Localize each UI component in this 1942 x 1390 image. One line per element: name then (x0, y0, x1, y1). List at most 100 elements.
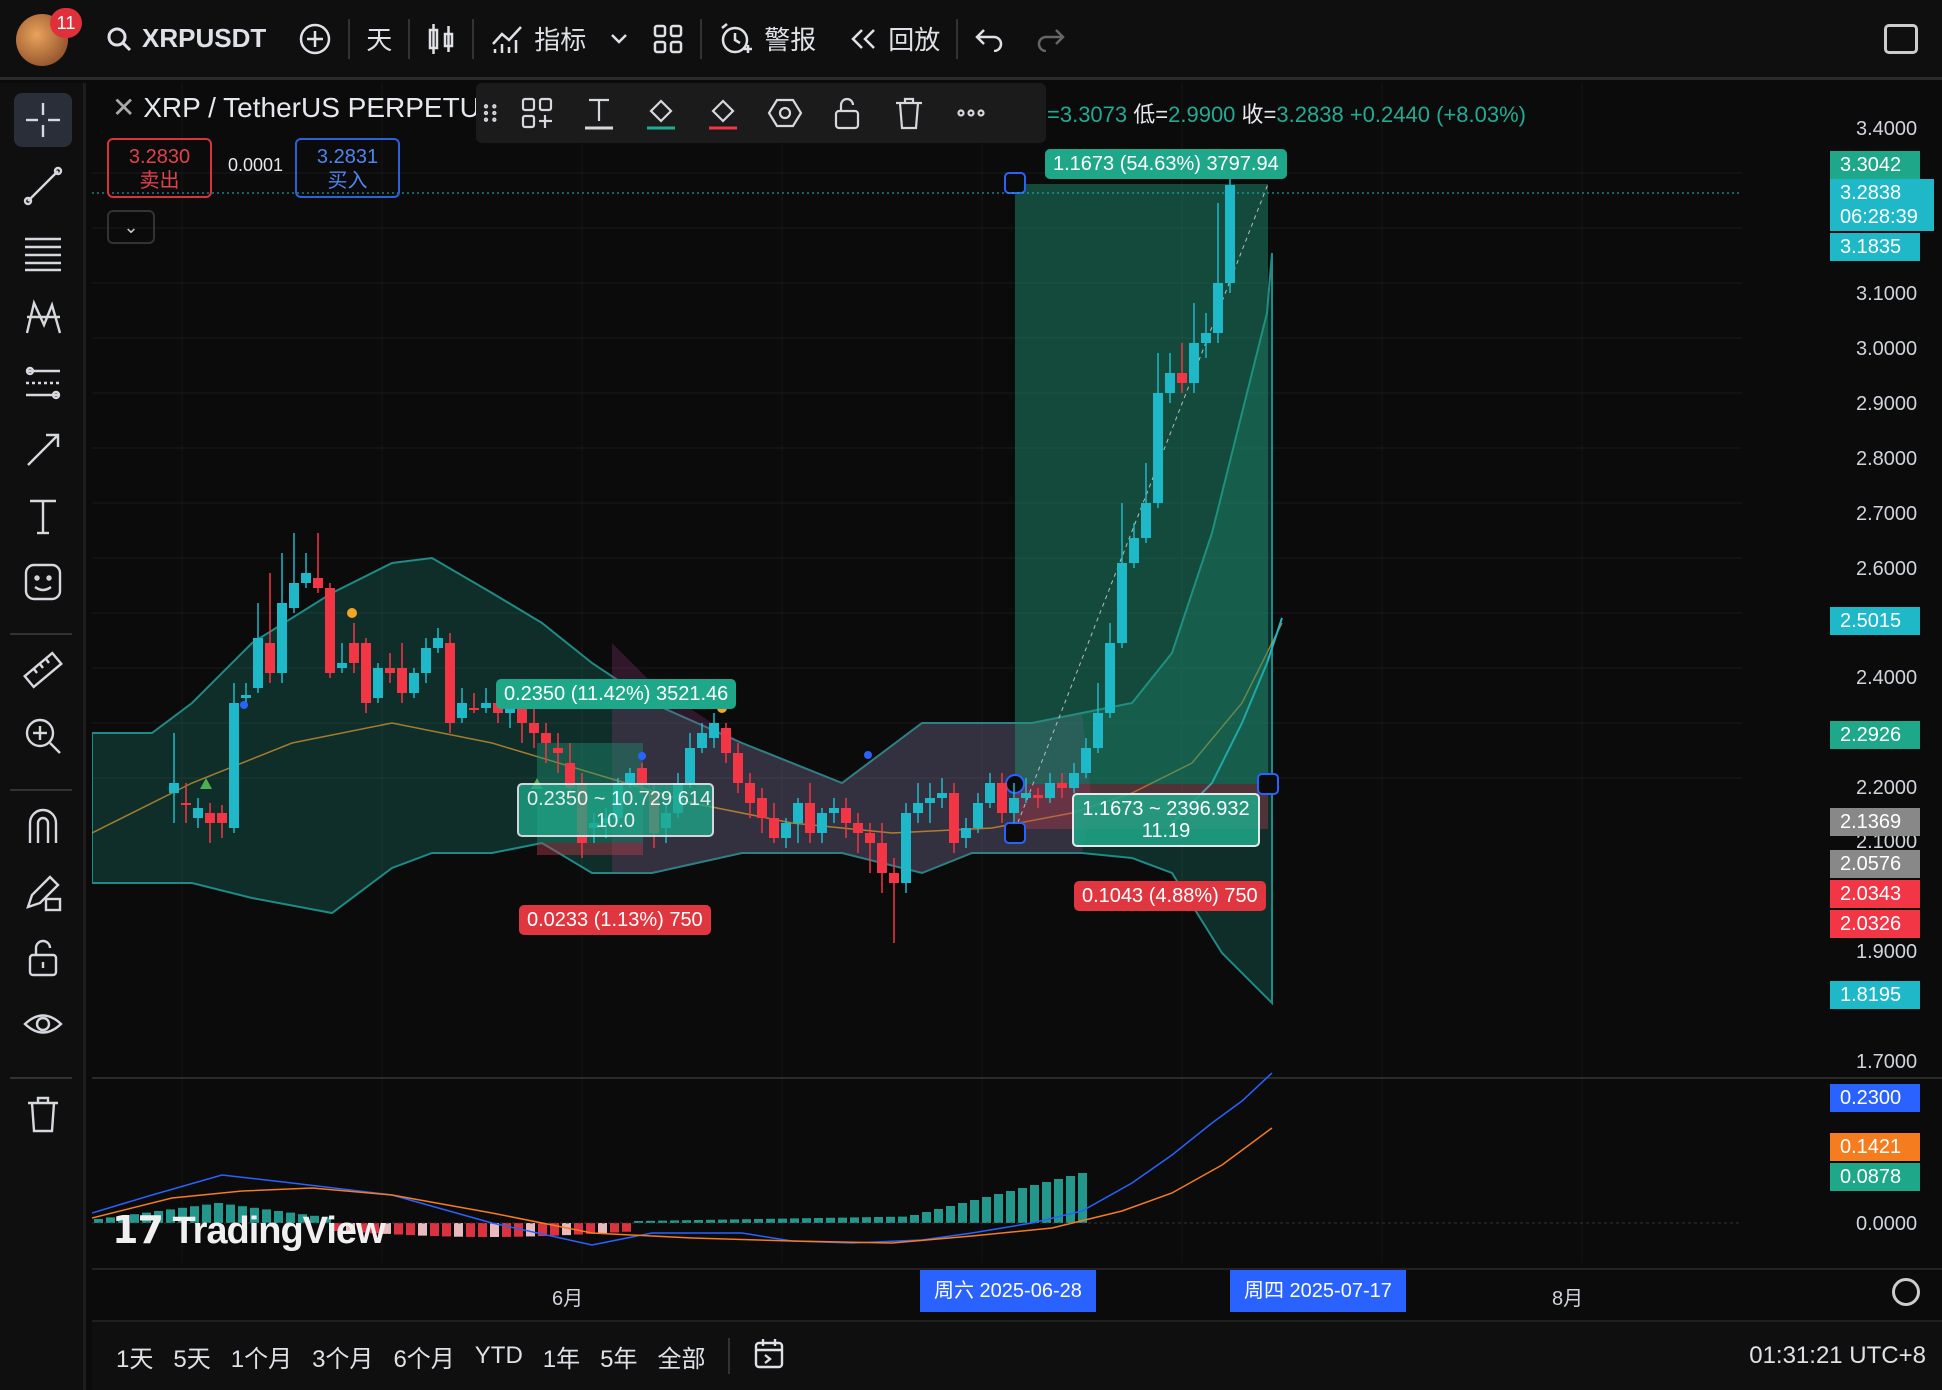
price-tag-bb-upper: 3.1835 (1830, 233, 1920, 261)
layouts-button[interactable] (636, 0, 700, 79)
eye-icon (23, 1014, 63, 1034)
drag-handle[interactable] (476, 83, 506, 143)
candle-body (193, 808, 203, 818)
divider (10, 1077, 72, 1079)
interval-button[interactable]: 天 (350, 0, 408, 79)
candle-body (445, 643, 455, 723)
chart-settings-icon[interactable] (1892, 1278, 1920, 1306)
lock-all-tool[interactable] (14, 931, 72, 985)
sell-price: 3.2830 (128, 146, 191, 168)
candle-body (757, 798, 767, 818)
collapse-legend-button[interactable]: ⌄ (107, 210, 155, 244)
candle-body (721, 728, 731, 753)
lock-button[interactable] (816, 83, 878, 143)
magnet-tool[interactable] (14, 799, 72, 853)
range-1y[interactable]: 1年 (533, 1339, 590, 1374)
undo-button[interactable] (958, 0, 1020, 79)
text-tool[interactable] (14, 489, 72, 543)
macd-histogram-bar (1042, 1182, 1051, 1223)
candle-body (1117, 563, 1127, 643)
goto-date-button[interactable] (742, 1337, 796, 1376)
candle-body (433, 638, 443, 648)
drag-handle-top (1004, 172, 1026, 194)
replay-button[interactable]: 回放 (832, 0, 956, 79)
short-entry-line2: 10.0 (596, 810, 635, 832)
macd-histogram-bar (802, 1218, 811, 1223)
pattern-icon (25, 299, 62, 334)
range-1d[interactable]: 1天 (106, 1339, 163, 1374)
redo-button[interactable] (1020, 0, 1082, 79)
fib-tool[interactable] (14, 225, 72, 279)
candle-body (985, 783, 995, 803)
range-5d[interactable]: 5天 (163, 1339, 220, 1374)
short-position-entry-label[interactable]: 0.2350 ~ 10.729 614 10.0 (517, 783, 714, 837)
macd-histogram-bar (994, 1194, 1003, 1223)
buy-button[interactable]: 3.2831 买入 (295, 138, 400, 198)
macd-histogram-bar (922, 1212, 931, 1223)
candle-body (253, 638, 263, 688)
candle-body (289, 583, 299, 608)
measure-tool[interactable] (14, 643, 72, 697)
long-position-entry-label[interactable]: 1.1673 ~ 2396.932 11.19 (1072, 793, 1260, 847)
template-button[interactable] (506, 83, 568, 143)
text-style-button[interactable] (568, 83, 630, 143)
fullscreen-icon[interactable] (1884, 24, 1918, 54)
crosshair-tool[interactable] (14, 93, 72, 147)
brush-tool[interactable] (14, 423, 72, 477)
fill-color-down-button[interactable] (692, 83, 754, 143)
chevron-down-icon: ⌄ (123, 217, 139, 237)
macd-histogram-bar (490, 1223, 499, 1237)
candle-body (277, 603, 287, 673)
pattern-tool[interactable] (14, 291, 72, 345)
top-toolbar: 11 XRPUSDT 天 指标 警报 回放 (0, 0, 1942, 80)
chart-type-button[interactable] (410, 0, 472, 79)
clock-timezone[interactable]: 01:31:21 UTC+8 (1749, 1342, 1926, 1370)
indicators-dropdown[interactable] (602, 0, 636, 79)
range-5y[interactable]: 5年 (590, 1339, 647, 1374)
compare-symbol-button[interactable] (282, 0, 348, 79)
candle-body (205, 813, 215, 823)
magnet-icon (28, 808, 58, 843)
macd-histogram-bar (874, 1217, 883, 1223)
indicators-button[interactable]: 指标 (474, 0, 602, 79)
range-ytd[interactable]: YTD (465, 1342, 533, 1370)
hide-tool[interactable] (14, 997, 72, 1051)
candle-body (1201, 333, 1211, 343)
ohlc-legend: =3.3073 低=2.9900 收=3.2838 +0.2440 (+8.03… (1047, 97, 1526, 129)
candle-body (697, 733, 707, 748)
range-6m[interactable]: 6个月 (383, 1339, 464, 1374)
trash-icon (28, 1096, 58, 1133)
icon-tool[interactable] (14, 555, 72, 609)
range-3m[interactable]: 3个月 (302, 1339, 383, 1374)
macd-tag: 0.2300 (1830, 1084, 1920, 1112)
undo-icon (975, 28, 1003, 52)
fill-color-up-button[interactable] (630, 83, 692, 143)
candle-body (1225, 185, 1235, 283)
sell-button[interactable]: 3.2830 卖出 (107, 138, 212, 198)
candle-body (1129, 538, 1139, 563)
range-all[interactable]: 全部 (648, 1339, 716, 1374)
macd-histogram-bar (718, 1219, 727, 1223)
price-chart[interactable] (92, 83, 1942, 1268)
chart-area[interactable]: ✕ XRP / TetherUS PERPETUA =3.3073 低=2.99… (92, 83, 1942, 1330)
price-tick: 3.1000 (1856, 283, 1918, 305)
more-dots-icon (957, 109, 985, 117)
forecast-tool[interactable] (14, 357, 72, 411)
zoom-tool[interactable] (14, 709, 72, 763)
trend-line-tool[interactable] (14, 159, 72, 213)
symbol-search-button[interactable]: XRPUSDT (90, 0, 282, 79)
time-axis[interactable]: 6月 周六 2025-06-28 周四 2025-07-17 8月 (92, 1268, 1942, 1316)
xrp-logo-icon: ✕ (112, 92, 136, 123)
macd-histogram-bar (742, 1219, 751, 1223)
more-button[interactable] (940, 83, 1002, 143)
delete-button[interactable] (878, 83, 940, 143)
signal-dot (638, 752, 646, 760)
candle-body (1033, 795, 1043, 798)
alerts-button[interactable]: 警报 (702, 0, 832, 79)
range-1m[interactable]: 1个月 (221, 1339, 302, 1374)
macd-histogram-bar (982, 1197, 991, 1223)
candle-body (745, 783, 755, 803)
settings-button[interactable] (754, 83, 816, 143)
delete-drawings-tool[interactable] (14, 1087, 72, 1141)
lock-drawing-tool[interactable] (14, 865, 72, 919)
